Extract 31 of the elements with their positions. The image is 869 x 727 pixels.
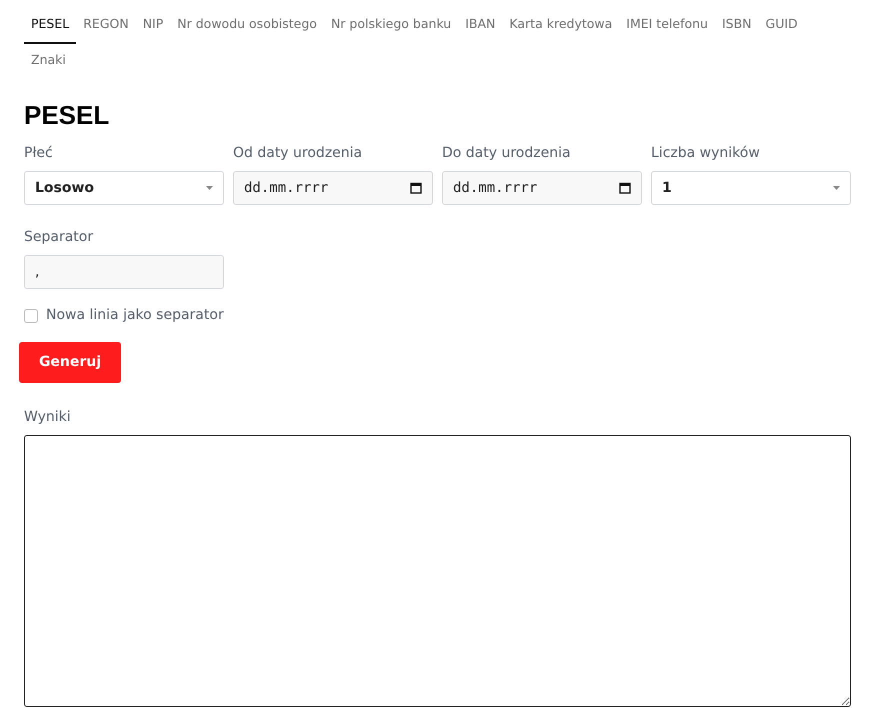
date-field[interactable]: dd.mm.rrrr	[442, 171, 642, 206]
calendar-icon	[410, 182, 422, 194]
caret-icon	[833, 186, 840, 190]
tab[interactable]: Znaki	[24, 44, 73, 80]
field-label: Płeć	[24, 144, 54, 164]
calendar-icon	[619, 182, 631, 194]
checkbox-label[interactable]: Nowa linia jako separator	[46, 305, 224, 326]
caret-icon	[206, 186, 213, 190]
tab[interactable]: IBAN	[458, 8, 502, 44]
checkbox[interactable]	[24, 308, 38, 323]
select-field[interactable]: Losowo	[24, 171, 224, 206]
page-heading: PESEL	[24, 100, 110, 132]
tab[interactable]: Nr polskiego banku	[324, 8, 458, 44]
select-field[interactable]: 1	[651, 171, 851, 206]
field-label: Liczba wyników	[651, 144, 761, 164]
results-textarea[interactable]	[24, 435, 851, 708]
text-field[interactable]: ,	[24, 255, 224, 290]
tab[interactable]: GUID	[758, 8, 805, 44]
tab[interactable]: ISBN	[714, 8, 759, 44]
date-field[interactable]: dd.mm.rrrr	[233, 171, 433, 206]
tab[interactable]: REGON	[76, 8, 136, 44]
tab[interactable]: Nr dowodu osobistego	[170, 8, 324, 44]
generate-button[interactable]: Generuj	[19, 342, 121, 384]
tab[interactable]: IMEI telefonu	[619, 8, 715, 44]
tab[interactable]: NIP	[136, 8, 170, 44]
field-label: Separator	[24, 228, 94, 248]
results-label: Wyniki	[24, 408, 72, 428]
field-label: Do daty urodzenia	[442, 144, 572, 164]
tab[interactable]: PESEL	[24, 8, 76, 44]
tab[interactable]: Karta kredytowa	[502, 8, 620, 44]
field-label: Od daty urodzenia	[233, 144, 364, 164]
